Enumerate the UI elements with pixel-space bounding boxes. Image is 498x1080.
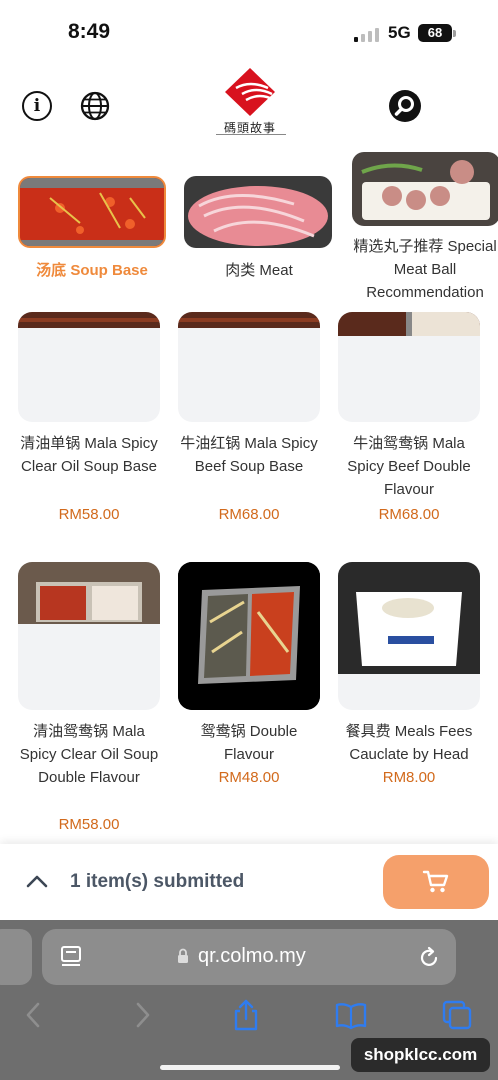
chevron-up-icon[interactable] xyxy=(26,873,48,889)
url-text[interactable]: qr.colmo.my xyxy=(198,945,306,968)
product-image[interactable] xyxy=(18,562,160,710)
bookmarks-icon[interactable] xyxy=(334,998,368,1032)
share-icon[interactable] xyxy=(229,998,263,1032)
logo-divider xyxy=(216,134,286,138)
product-image[interactable] xyxy=(338,312,480,422)
product-name: 牛油红锅 Mala Spicy Beef Soup Base xyxy=(180,435,318,475)
previous-tab[interactable] xyxy=(0,929,32,985)
forward-icon[interactable] xyxy=(126,998,160,1032)
product-price: RM48.00 xyxy=(218,769,280,786)
back-icon[interactable] xyxy=(18,998,52,1032)
battery-tip xyxy=(453,30,456,37)
page-menu-icon[interactable] xyxy=(60,945,82,969)
battery-icon: 68 xyxy=(418,24,452,42)
cart-button[interactable] xyxy=(383,855,489,909)
product-image[interactable] xyxy=(178,312,320,422)
product-name: 清油单锅 Mala Spicy Clear Oil Soup Base xyxy=(20,435,158,475)
home-indicator xyxy=(160,1065,340,1070)
product-price: RM68.00 xyxy=(378,506,440,523)
status-bar: 8:49 5G 68 xyxy=(0,0,498,62)
cart-icon xyxy=(422,870,449,893)
info-icon[interactable]: i xyxy=(22,91,52,121)
product-name: 鸳鸯锅 Double Flavour xyxy=(200,723,298,763)
product-name: 牛油鸳鸯锅 Mala Spicy Beef Double Flavour xyxy=(347,435,471,498)
product-price: RM58.00 xyxy=(58,816,120,833)
product-name: 餐具费 Meals Fees Cauclate by Head xyxy=(345,723,473,763)
tabs-icon[interactable] xyxy=(440,998,474,1032)
category-soup-base-label[interactable]: 汤底 Soup Base xyxy=(12,259,172,282)
product-image[interactable] xyxy=(18,312,160,422)
product-image[interactable] xyxy=(178,562,320,710)
globe-icon[interactable] xyxy=(80,91,110,121)
category-soup-base-image[interactable] xyxy=(18,176,166,248)
product-price: RM58.00 xyxy=(58,506,120,523)
product-name: 清油鸳鸯锅 Mala Spicy Clear Oil Soup Double F… xyxy=(19,723,159,786)
product-price: RM68.00 xyxy=(218,506,280,523)
lock-icon xyxy=(177,948,189,964)
category-meat-image[interactable] xyxy=(184,176,332,248)
network-type: 5G xyxy=(388,23,411,42)
status-time: 8:49 xyxy=(68,20,111,43)
watermark: shopklcc.com xyxy=(351,1038,490,1072)
reload-icon[interactable] xyxy=(418,945,440,969)
product-price: RM8.00 xyxy=(382,769,436,786)
signal-icon xyxy=(354,26,379,42)
category-meat-label[interactable]: 肉类 Meat xyxy=(179,259,339,282)
product-image[interactable] xyxy=(338,562,480,710)
category-meat-ball-image[interactable] xyxy=(352,152,498,226)
submitted-count[interactable]: 1 item(s) submitted xyxy=(70,871,244,893)
category-meat-ball-label[interactable]: 精选丸子推荐 Special Meat Ball Recommendation xyxy=(350,235,498,304)
search-icon[interactable] xyxy=(389,90,421,122)
